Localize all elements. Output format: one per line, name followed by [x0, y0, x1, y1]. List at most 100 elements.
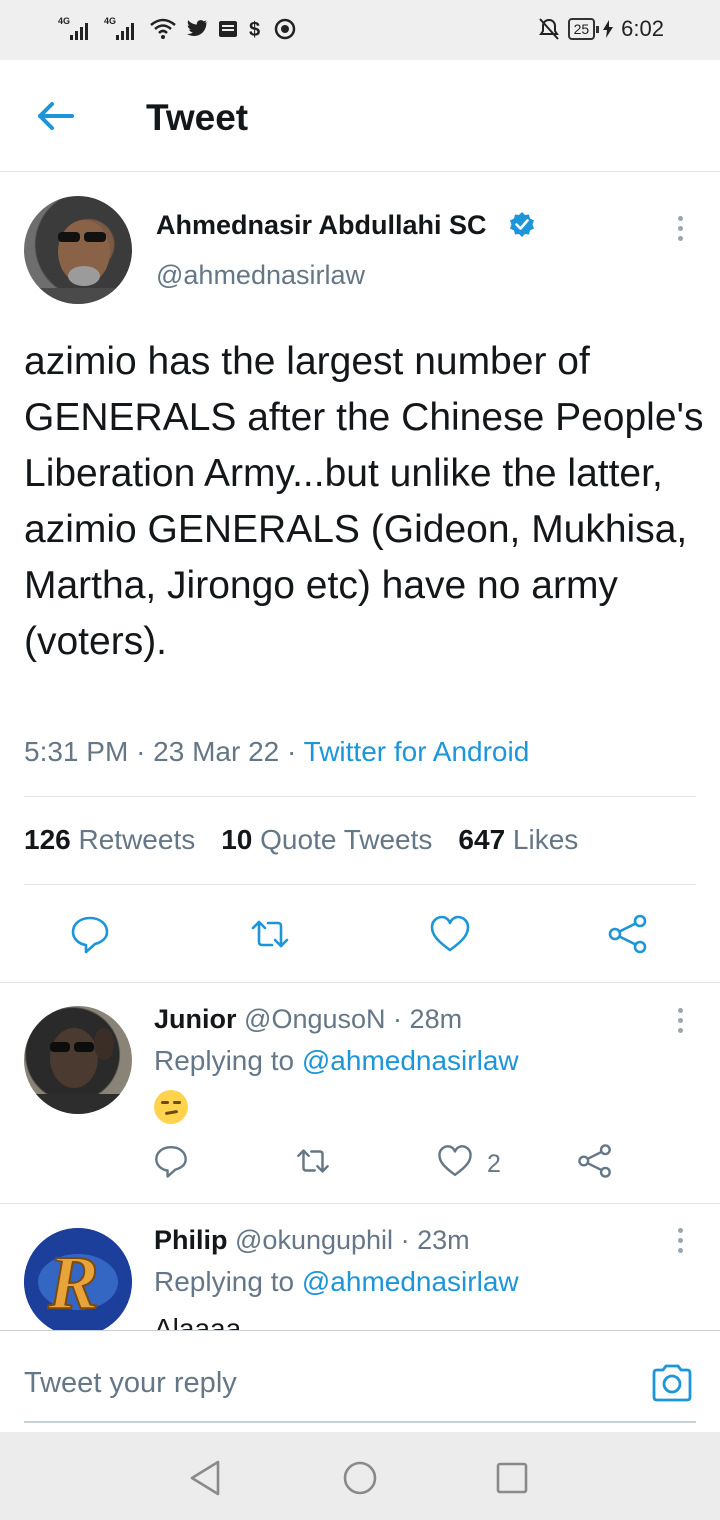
reply-header: Philip @okunguphil · 23m — [154, 1225, 470, 1256]
back-button[interactable] — [32, 96, 80, 136]
svg-text:$: $ — [249, 19, 260, 40]
reply-author-name[interactable]: Philip — [154, 1225, 228, 1255]
reply-like-count: 2 — [487, 1150, 501, 1178]
reply-more-button[interactable] — [666, 1224, 694, 1260]
replying-to-link[interactable]: @ahmednasirlaw — [302, 1045, 519, 1076]
camera-button[interactable] — [650, 1363, 694, 1403]
avatar-image: R — [24, 1228, 132, 1336]
author-name[interactable]: Ahmednasir Abdullahi SC — [156, 210, 487, 241]
author-handle[interactable]: @ahmednasirlaw — [156, 260, 365, 291]
verified-badge-icon — [510, 212, 534, 237]
likes-label: Likes — [512, 824, 579, 855]
tweet-source-link[interactable]: Twitter for Android — [304, 736, 530, 767]
divider — [0, 1203, 720, 1204]
reply-icon — [71, 916, 109, 954]
reply-author-name[interactable]: Junior — [154, 1004, 237, 1034]
mute-bell-icon — [538, 18, 559, 40]
retweet-button[interactable] — [248, 912, 292, 956]
meta-separator: · — [393, 1004, 403, 1034]
share-icon — [578, 1144, 611, 1178]
share-icon — [608, 914, 647, 954]
tweet-time: 5:31 PM — [24, 736, 129, 767]
retweets-label: Retweets — [78, 824, 196, 855]
author-avatar[interactable] — [24, 196, 132, 304]
share-button[interactable] — [576, 1142, 616, 1182]
avatar-image — [24, 1028, 132, 1114]
replying-to: Replying to @ahmednasirlaw — [154, 1045, 519, 1077]
app-header: Tweet — [0, 60, 720, 172]
nav-recents-button[interactable] — [490, 1456, 534, 1500]
heart-icon — [430, 915, 470, 952]
nav-home-button[interactable] — [338, 1456, 382, 1500]
quote-tweets-stat[interactable]: 10 Quote Tweets — [221, 824, 432, 856]
reply-author-handle[interactable]: @okunguphil — [235, 1225, 393, 1255]
likes-count: 647 — [458, 824, 506, 855]
reply-button[interactable] — [68, 912, 112, 956]
tweet-meta: 5:31 PM · 23 Mar 22 · Twitter for Androi… — [24, 736, 529, 768]
reply-author-handle[interactable]: @OngusoN — [244, 1004, 385, 1034]
reply-time: 28m — [409, 1004, 463, 1034]
signal-icon: 4G — [104, 16, 140, 42]
network-type-label: 4G — [104, 16, 117, 26]
reply-button[interactable] — [152, 1142, 192, 1182]
meta-separator: · — [136, 736, 154, 767]
status-right: 25 6:02 — [538, 16, 664, 42]
tweet-actions — [0, 906, 720, 966]
reply-time: 23m — [417, 1225, 470, 1255]
share-button[interactable] — [606, 912, 650, 956]
more-vertical-icon — [666, 212, 694, 241]
square-recents-icon — [496, 1462, 528, 1494]
twitter-bird-icon — [187, 20, 208, 37]
smirk-emoji-icon — [154, 1090, 188, 1124]
like-button[interactable] — [436, 1142, 476, 1182]
tweet-date: 23 Mar 22 — [153, 736, 280, 767]
retweet-button[interactable] — [294, 1142, 334, 1182]
divider — [0, 982, 720, 983]
divider — [24, 884, 696, 885]
replying-to: Replying to @ahmednasirlaw — [154, 1266, 519, 1298]
more-vertical-icon — [666, 1224, 694, 1253]
status-bar: 4G 4G $ 25 6:02 — [0, 0, 720, 60]
triangle-back-icon — [190, 1460, 220, 1496]
network-type-label: 4G — [58, 16, 71, 26]
wifi-icon — [150, 18, 176, 39]
quote-tweets-label: Quote Tweets — [260, 824, 433, 855]
nav-back-button[interactable] — [184, 1456, 228, 1500]
shield-icon — [274, 18, 296, 40]
arrow-left-icon — [38, 102, 74, 130]
like-button[interactable] — [428, 912, 472, 956]
heart-icon — [438, 1145, 472, 1177]
retweets-count: 126 — [24, 824, 71, 855]
retweets-stat[interactable]: 126 Retweets — [24, 824, 195, 856]
meta-separator: · — [400, 1225, 410, 1255]
reply-input[interactable]: Tweet your reply — [24, 1367, 237, 1400]
retweet-icon — [251, 920, 289, 948]
input-underline — [24, 1421, 696, 1423]
reply-composer: Tweet your reply — [0, 1330, 720, 1432]
more-vertical-icon — [666, 1004, 694, 1033]
avatar-image — [24, 220, 132, 304]
replying-to-link[interactable]: @ahmednasirlaw — [302, 1266, 519, 1297]
news-icon — [219, 21, 237, 37]
tweet-stats: 126 Retweets 10 Quote Tweets 647 Likes — [24, 824, 578, 856]
reply-avatar[interactable] — [24, 1006, 132, 1114]
page-title: Tweet — [146, 97, 249, 138]
reply-text: Alaaaa — [154, 1313, 242, 1332]
status-left: 4G 4G $ — [58, 16, 296, 42]
quote-tweets-count: 10 — [221, 824, 253, 855]
reply-more-button[interactable] — [666, 1004, 694, 1040]
reply-icon — [155, 1145, 187, 1178]
tweet-text: azimio has the largest number of GENERAL… — [24, 340, 704, 663]
retweet-icon — [297, 1149, 329, 1173]
camera-icon — [652, 1364, 692, 1402]
battery-icon: 25 — [567, 18, 599, 40]
dollar-icon: $ — [249, 19, 260, 40]
reply-avatar[interactable]: R — [24, 1228, 132, 1336]
replying-to-label: Replying to — [154, 1266, 295, 1297]
more-options-button[interactable] — [666, 212, 694, 248]
clock: 6:02 — [621, 16, 664, 41]
reply-header: Junior @OngusoN · 28m — [154, 1004, 462, 1035]
likes-stat[interactable]: 647 Likes — [458, 824, 578, 856]
meta-separator: · — [287, 736, 304, 767]
svg-text:R: R — [47, 1241, 99, 1325]
